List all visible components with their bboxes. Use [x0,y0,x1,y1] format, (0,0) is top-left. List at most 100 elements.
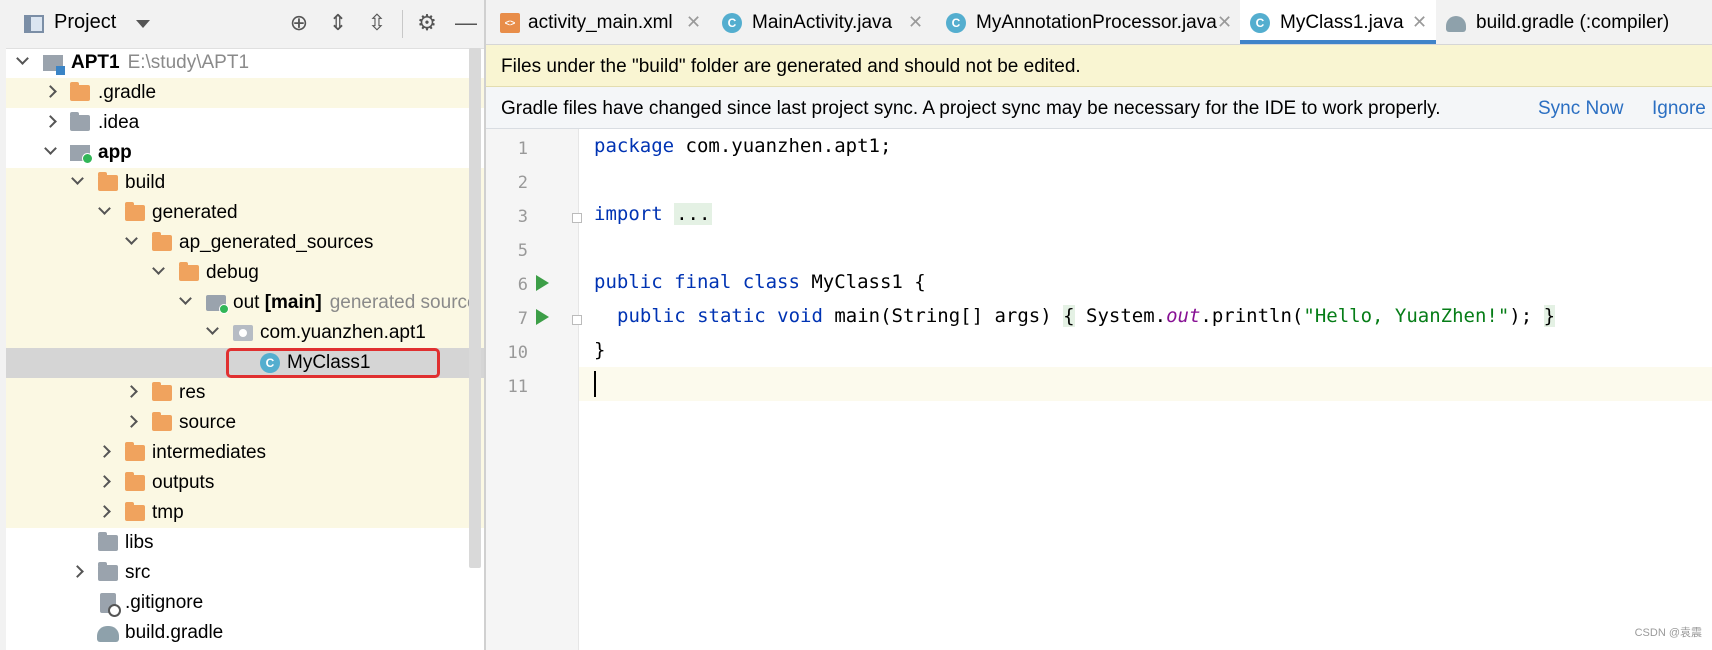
tree-row-idea[interactable]: .idea [0,108,484,138]
tree-row-tmp[interactable]: tmp [6,498,484,528]
expand-all-icon[interactable]: ⇕ [325,10,351,36]
tree-label: .gradle [98,82,157,103]
current-line [579,367,1712,401]
chevron-right-icon[interactable] [44,85,57,98]
tab-build-gradle-compiler[interactable]: build.gradle (:compiler) [1436,0,1712,44]
build-folder-notice-text: Files under the "build" folder are gener… [501,56,1081,77]
gitignore-file-icon [100,593,121,617]
tab-myannotationprocessor-java[interactable]: C MyAnnotationProcessor.java ✕ [930,0,1240,44]
close-icon[interactable]: ✕ [1217,12,1232,33]
code-line: } [579,333,1712,367]
close-icon[interactable]: ✕ [686,12,701,33]
folded-brace[interactable]: { [1063,305,1075,327]
xml-file-icon: <> [500,13,520,33]
chevron-down-icon[interactable] [136,20,150,28]
code-token: ); [1509,305,1544,327]
tree-row-out[interactable]: out [main] generated source [6,288,484,318]
tree-row-gitignore[interactable]: .gitignore [0,588,484,618]
tree-row-src[interactable]: src [0,558,484,588]
collapse-all-icon[interactable]: ⇳ [364,10,390,36]
project-title[interactable]: Project [54,11,116,34]
tree-row-debug[interactable]: debug [6,258,484,288]
folder-icon [125,442,145,461]
editor-tabs: <> activity_main.xml ✕ C MainActivity.ja… [486,0,1712,45]
code-line: package com.yuanzhen.apt1; [579,129,1712,163]
chevron-down-icon[interactable] [179,292,192,305]
chevron-down-icon[interactable] [71,172,84,185]
class-icon: C [722,13,742,33]
tree-row-gradle-dir[interactable]: .gradle [6,78,484,108]
code-text: public static void main(String[] args) {… [617,305,1556,327]
tree-row-res[interactable]: res [6,378,484,408]
folder-icon [125,202,145,221]
tree-label-apt1: APT1 [71,52,120,73]
chevron-right-icon[interactable] [98,445,111,458]
chevron-down-icon[interactable] [44,142,57,155]
ignore-link[interactable]: Ignore [1652,98,1706,120]
tree-row-ap-generated-sources[interactable]: ap_generated_sources [6,228,484,258]
hide-icon[interactable]: — [453,10,479,36]
keyword: public static void [617,305,823,327]
folder-icon [70,82,90,101]
chevron-down-icon[interactable] [125,232,138,245]
tree-label: ap_generated_sources [179,232,374,253]
tree-label: app [98,142,132,163]
code-line: public final class MyClass1 { [579,265,1712,299]
tree-scrollbar[interactable] [469,48,481,568]
tree-row-outputs[interactable]: outputs [6,468,484,498]
tab-mainactivity-java[interactable]: C MainActivity.java ✕ [708,0,930,44]
tree-label: .idea [98,112,140,133]
chevron-down-icon[interactable] [98,202,111,215]
chevron-right-icon[interactable] [71,565,84,578]
chevron-right-icon[interactable] [98,505,111,518]
tree-row-app[interactable]: app [0,138,484,168]
chevron-right-icon[interactable] [98,475,111,488]
tree-row-libs[interactable]: libs [0,528,484,558]
tree-row-build-gradle[interactable]: build.gradle [0,618,484,648]
package-icon [233,325,253,341]
close-icon[interactable]: ✕ [1412,12,1427,33]
run-icon[interactable] [536,275,549,291]
sync-now-link[interactable]: Sync Now [1538,98,1624,120]
project-icon [43,55,65,75]
close-icon[interactable]: ✕ [908,12,923,33]
tree-label: .gitignore [125,592,204,613]
chevron-down-icon[interactable] [16,52,29,65]
chevron-right-icon[interactable] [125,415,138,428]
folder-icon [98,532,118,551]
locate-icon[interactable]: ⊕ [286,10,312,36]
chevron-down-icon[interactable] [206,322,219,335]
tree-row-source[interactable]: source [6,408,484,438]
chevron-down-icon[interactable] [152,262,165,275]
chevron-right-icon[interactable] [44,115,57,128]
code-text: public final class MyClass1 { [594,271,926,293]
generated-source-hint: generated source [329,292,478,313]
tree-row-generated[interactable]: generated [6,198,484,228]
gradle-file-icon [1446,16,1466,32]
code-text: package com.yuanzhen.apt1; [594,135,891,157]
selection-highlight-box [226,348,440,378]
chevron-right-icon[interactable] [125,385,138,398]
code-token: .println( [1200,305,1304,327]
tree-label: out [main] generated source [233,292,478,314]
gear-icon[interactable]: ⚙ [414,10,440,36]
code-text: import ... [594,203,713,225]
tree-row-apt1[interactable]: APT1 E:\study\APT1 [0,48,484,78]
watermark: CSDN @袁震 [1634,627,1702,639]
folded-brace[interactable]: } [1543,305,1556,327]
code-area[interactable]: package com.yuanzhen.apt1; import ... pu… [579,129,1712,650]
folded-imports[interactable]: ... [674,203,713,225]
folder-icon [179,262,199,281]
line-number: 3 [517,207,528,227]
tab-activity-main-xml[interactable]: <> activity_main.xml ✕ [486,0,708,44]
tree-row-build[interactable]: build [6,168,484,198]
tab-myclass1-java[interactable]: C MyClass1.java ✕ [1240,0,1436,44]
tree-label: com.yuanzhen.apt1 [260,322,426,343]
tree-row-package[interactable]: com.yuanzhen.apt1 [6,318,484,348]
run-icon[interactable] [536,309,549,325]
editor-gutter[interactable]: 1 2 3 5 6 7 10 11 [486,129,582,650]
folder-icon [125,472,145,491]
tree-label: APT1 E:\study\APT1 [71,52,249,74]
folder-icon [125,502,145,521]
tree-row-intermediates[interactable]: intermediates [6,438,484,468]
